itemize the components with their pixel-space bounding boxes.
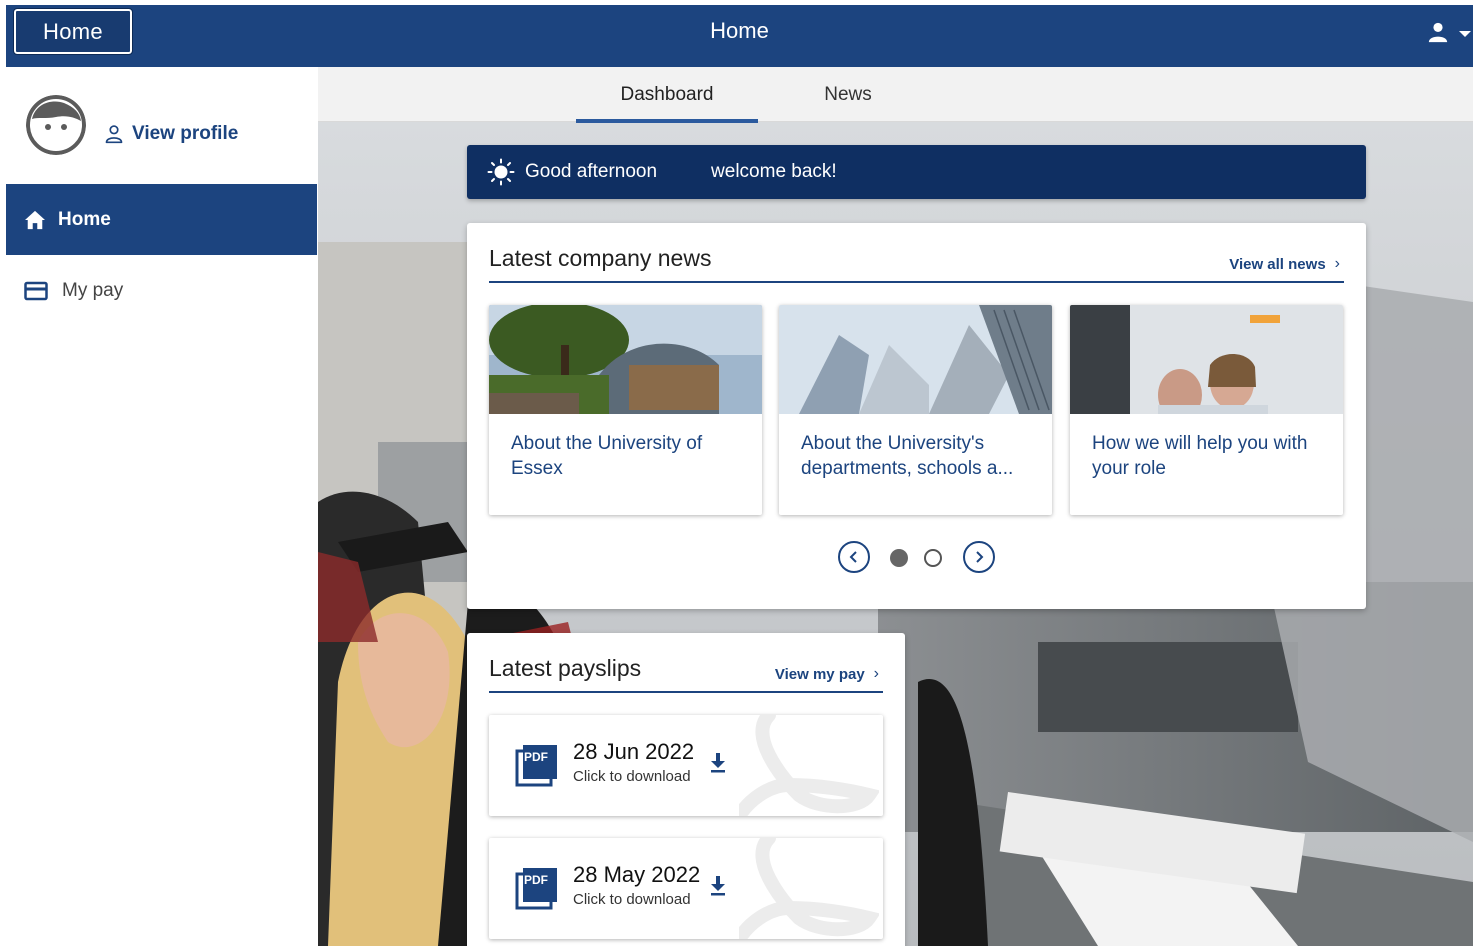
top-bar: Home Home (6, 5, 1473, 67)
news-item-departments[interactable]: About the University's departments, scho… (779, 305, 1052, 515)
pdf-badge: PDF (524, 873, 548, 887)
sidebar-item-home[interactable]: Home (6, 184, 317, 255)
avatar (26, 95, 86, 155)
payslip-action: Click to download (573, 768, 691, 785)
tab-bar: Dashboard News (318, 67, 1473, 123)
sun-icon (487, 158, 515, 186)
view-my-pay-label: View my pay (774, 665, 865, 683)
sidebar-item-my-pay[interactable]: My pay (6, 267, 317, 315)
greeting-banner: Good afternoon welcome back! (467, 145, 1366, 199)
chevron-right-icon (976, 551, 984, 563)
news-item-university[interactable]: About the University of Essex (489, 305, 762, 515)
payslip-date: 28 Jun 2022 (573, 739, 695, 764)
payslip-action: Click to download (573, 891, 691, 908)
main-content: Dashboard News Good afternoon welcome ba… (318, 67, 1473, 946)
tab-news[interactable]: News (758, 67, 938, 122)
payslips-card: Latest payslips View my pay › PDF 28 Jun… (467, 633, 905, 946)
news-image (489, 305, 762, 414)
news-card: Latest company news View all news › Abou… (467, 223, 1366, 609)
tab-dashboard[interactable]: Dashboard (576, 67, 758, 123)
carousel-prev-button[interactable] (838, 541, 870, 573)
news-image (779, 305, 1052, 414)
welcome-message: welcome back! (711, 161, 837, 182)
carousel-next-button[interactable] (963, 541, 995, 573)
news-image (1070, 305, 1343, 414)
pdf-watermark-icon (739, 838, 879, 939)
news-item-title: About the University's departments, scho… (801, 433, 1014, 479)
news-card-header: Latest company news View all news › (489, 241, 1344, 283)
payslip-date: 28 May 2022 (573, 862, 701, 887)
chevron-down-icon (1459, 31, 1471, 37)
view-all-news-label: View all news (1229, 255, 1326, 273)
credit-card-icon (24, 281, 48, 301)
home-icon (25, 210, 45, 229)
view-profile-link[interactable]: View profile (104, 123, 238, 145)
greeting-text: Good afternoon (525, 161, 658, 182)
download-icon[interactable] (709, 876, 727, 896)
news-card-title: Latest company news (489, 245, 712, 271)
view-my-pay-link[interactable]: View my pay › (775, 665, 879, 683)
payslip-item[interactable]: PDF 28 May 2022 Click to download (489, 838, 883, 939)
chevron-right-icon: › (873, 665, 879, 682)
payslips-card-title: Latest payslips (489, 655, 642, 681)
news-item-title: How we will help you with your role (1092, 433, 1308, 479)
sidebar: View profile Home My pay (6, 67, 317, 946)
sidebar-item-label: Home (58, 208, 111, 230)
chevron-left-icon (849, 551, 857, 563)
carousel-dot-1[interactable] (890, 549, 908, 567)
news-item-role[interactable]: How we will help you with your role (1070, 305, 1343, 515)
page-title: Home (710, 18, 769, 43)
sidebar-item-label: My pay (62, 280, 124, 301)
chevron-right-icon: › (1334, 255, 1340, 272)
user-menu-button[interactable] (1421, 17, 1473, 51)
user-icon (1428, 22, 1448, 43)
payslip-item[interactable]: PDF 28 Jun 2022 Click to download (489, 715, 883, 816)
carousel-dot-2[interactable] (924, 549, 942, 567)
news-item-title: About the University of Essex (511, 433, 703, 479)
pdf-badge: PDF (524, 750, 548, 764)
person-outline-icon (105, 125, 123, 144)
view-profile-label: View profile (132, 123, 239, 144)
pdf-watermark-icon (739, 715, 879, 816)
view-all-news-link[interactable]: View all news › (1229, 255, 1340, 273)
download-icon[interactable] (709, 753, 727, 773)
payslips-card-header: Latest payslips View my pay › (489, 651, 883, 693)
